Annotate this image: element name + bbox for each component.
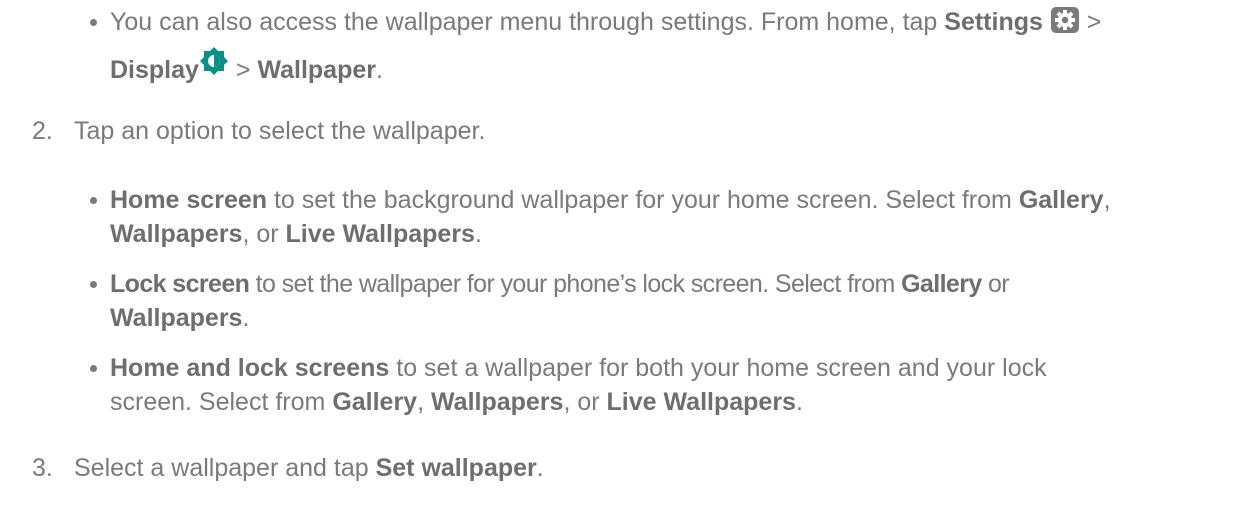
- display-brightness-icon: [199, 46, 229, 87]
- separator: >: [228, 56, 258, 84]
- option-lock-screen-line-2: Wallpapers.: [110, 304, 250, 332]
- step-number: 2.: [32, 117, 53, 145]
- step-3-text: Select a wallpaper and tap Set wallpaper…: [74, 454, 544, 482]
- option-home-and-lock-line-2: screen. Select from Gallery, Wallpapers,…: [110, 388, 803, 416]
- intro-line-1: You can also access the wallpaper menu t…: [110, 3, 1101, 45]
- option-lock-screen: Lock screen to set the wallpaper for you…: [110, 270, 1010, 298]
- separator: >: [1079, 8, 1102, 36]
- list-bullet: [90, 365, 97, 372]
- step-2-text: Tap an option to select the wallpaper.: [74, 117, 486, 145]
- option-home-screen-line-2: Wallpapers, or Live Wallpapers.: [110, 220, 482, 248]
- step-number: 3.: [32, 454, 53, 482]
- settings-gear-icon: [1050, 6, 1080, 45]
- list-bullet: [90, 19, 97, 26]
- intro-line-2: Display > Wallpaper.: [110, 46, 383, 89]
- wallpaper-label: Wallpaper: [257, 56, 376, 84]
- option-home-and-lock: Home and lock screens to set a wallpaper…: [110, 354, 1047, 382]
- settings-label: Settings: [944, 8, 1043, 36]
- option-home-screen: Home screen to set the background wallpa…: [110, 186, 1111, 214]
- list-bullet: [90, 197, 97, 204]
- display-label: Display: [110, 56, 199, 84]
- list-bullet: [90, 281, 97, 288]
- intro-text: You can also access the wallpaper menu t…: [110, 8, 945, 36]
